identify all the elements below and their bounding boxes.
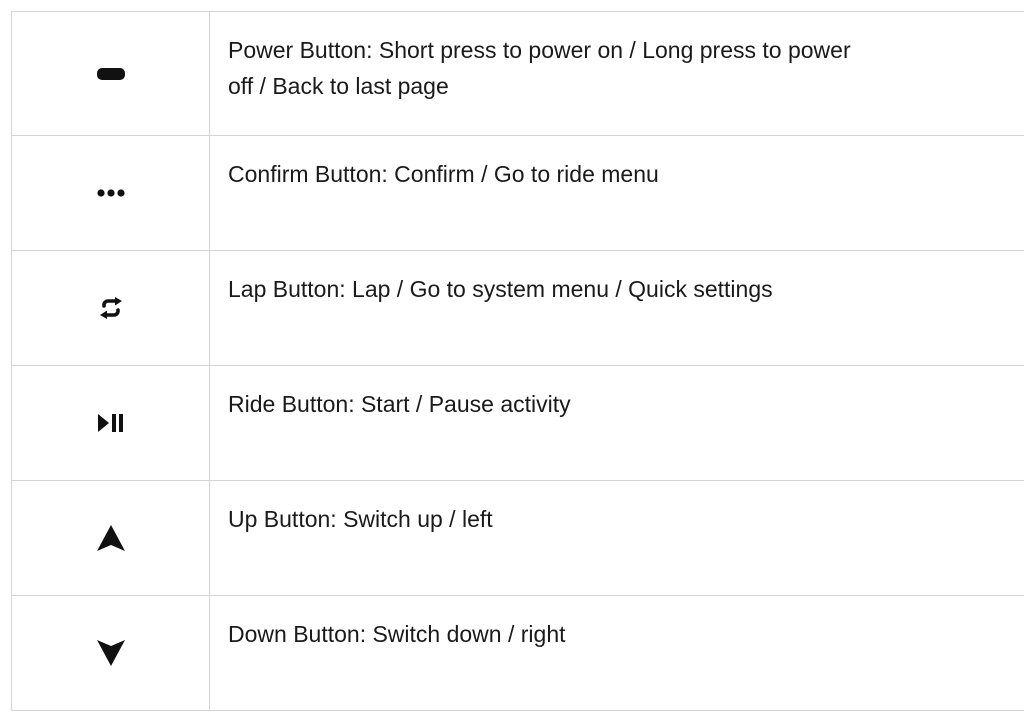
lap-button-description: Lap Button: Lap / Go to system menu / Qu… bbox=[228, 276, 773, 302]
ride-button-description: Ride Button: Start / Pause activity bbox=[228, 391, 571, 417]
icon-cell bbox=[12, 136, 210, 250]
description-cell: Power Button: Short press to power on / … bbox=[210, 12, 1024, 135]
play-pause-icon bbox=[97, 413, 124, 433]
power-button-description-line-1: Power Button: Short press to power on / … bbox=[228, 37, 851, 63]
icon-cell bbox=[12, 596, 210, 710]
description-cell: Confirm Button: Confirm / Go to ride men… bbox=[210, 136, 1024, 250]
minus-bar-icon bbox=[96, 66, 125, 82]
button-function-table: Power Button: Short press to power on / … bbox=[11, 11, 1024, 711]
up-arrow-icon bbox=[96, 525, 125, 551]
table-row-lap: Lap Button: Lap / Go to system menu / Qu… bbox=[12, 251, 1024, 366]
table-row-up: Up Button: Switch up / left bbox=[12, 481, 1024, 596]
description-cell: Up Button: Switch up / left bbox=[210, 481, 1024, 595]
table-row-ride: Ride Button: Start / Pause activity bbox=[12, 366, 1024, 481]
description-cell: Down Button: Switch down / right bbox=[210, 596, 1024, 710]
confirm-button-description: Confirm Button: Confirm / Go to ride men… bbox=[228, 161, 659, 187]
icon-cell bbox=[12, 481, 210, 595]
icon-cell bbox=[12, 251, 210, 365]
description-cell: Ride Button: Start / Pause activity bbox=[210, 366, 1024, 480]
table-row-down: Down Button: Switch down / right bbox=[12, 596, 1024, 711]
up-button-description: Up Button: Switch up / left bbox=[228, 506, 493, 532]
table-row-power: Power Button: Short press to power on / … bbox=[12, 12, 1024, 136]
ellipsis-icon bbox=[96, 188, 125, 198]
table-row-confirm: Confirm Button: Confirm / Go to ride men… bbox=[12, 136, 1024, 251]
icon-cell bbox=[12, 12, 210, 135]
icon-cell bbox=[12, 366, 210, 480]
down-arrow-icon bbox=[96, 640, 125, 666]
description-cell: Lap Button: Lap / Go to system menu / Qu… bbox=[210, 251, 1024, 365]
power-button-description-line-2: off / Back to last page bbox=[228, 73, 449, 99]
loop-arrows-icon bbox=[98, 297, 124, 319]
down-button-description: Down Button: Switch down / right bbox=[228, 621, 566, 647]
